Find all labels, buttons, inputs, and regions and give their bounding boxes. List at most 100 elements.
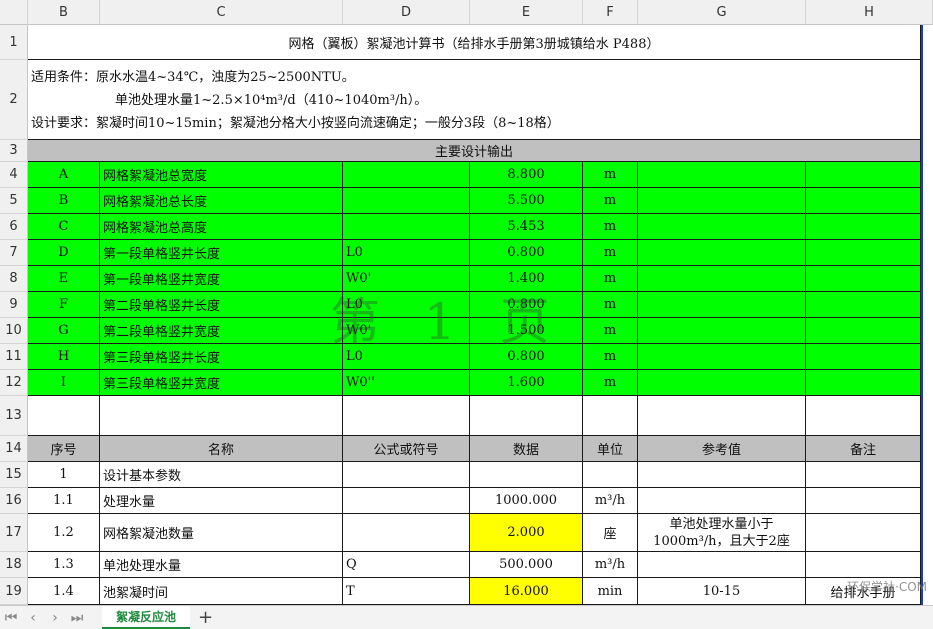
- output-cell-h[interactable]: [806, 188, 921, 214]
- output-cell-h[interactable]: [806, 344, 921, 370]
- output-cell-name[interactable]: 第二段单格竖井长度: [100, 292, 343, 318]
- output-cell-symbol[interactable]: L0: [343, 240, 470, 266]
- row-header-2[interactable]: 2: [0, 60, 28, 140]
- row-header-4[interactable]: 4: [0, 162, 28, 188]
- param-cell-name[interactable]: 网格絮凝池数量: [100, 514, 343, 552]
- row-header-11[interactable]: 11: [0, 344, 28, 370]
- output-cell-id[interactable]: C: [28, 214, 100, 240]
- row-header-17[interactable]: 17: [0, 514, 28, 552]
- param-cell-seq[interactable]: 1.2: [28, 514, 100, 552]
- output-cell-id[interactable]: D: [28, 240, 100, 266]
- output-cell-symbol[interactable]: [343, 162, 470, 188]
- row-header-8[interactable]: 8: [0, 266, 28, 292]
- row-header-18[interactable]: 18: [0, 552, 28, 578]
- param-cell-seq[interactable]: 1.4: [28, 578, 100, 605]
- empty-cell[interactable]: [583, 396, 638, 436]
- row-header-13[interactable]: 13: [0, 396, 28, 436]
- row-header-9[interactable]: 9: [0, 292, 28, 318]
- output-cell-g[interactable]: [638, 266, 806, 292]
- output-cell-name[interactable]: 网格絮凝池总宽度: [100, 162, 343, 188]
- output-cell-id[interactable]: H: [28, 344, 100, 370]
- output-cell-name[interactable]: 第一段单格竖井宽度: [100, 266, 343, 292]
- output-cell-g[interactable]: [638, 292, 806, 318]
- output-cell-value[interactable]: 1.500: [470, 318, 583, 344]
- output-cell-g[interactable]: [638, 162, 806, 188]
- column-header-h[interactable]: H: [806, 0, 933, 25]
- header-seq[interactable]: 序号: [28, 436, 100, 462]
- column-header-d[interactable]: D: [343, 0, 470, 25]
- param-cell-note[interactable]: [806, 552, 921, 578]
- output-cell-h[interactable]: [806, 240, 921, 266]
- select-all-corner[interactable]: [0, 0, 28, 25]
- row-header-19[interactable]: 19: [0, 578, 28, 605]
- output-cell-symbol[interactable]: W0': [343, 318, 470, 344]
- output-cell-id[interactable]: A: [28, 162, 100, 188]
- param-cell-ref[interactable]: 10-15: [638, 578, 806, 605]
- column-header-c[interactable]: C: [100, 0, 343, 25]
- output-cell-g[interactable]: [638, 214, 806, 240]
- param-cell-formula[interactable]: T: [343, 578, 470, 605]
- param-cell-unit[interactable]: 座: [583, 514, 638, 552]
- next-sheet-icon[interactable]: ›: [44, 610, 66, 626]
- output-cell-value[interactable]: 1.600: [470, 370, 583, 396]
- output-cell-symbol[interactable]: [343, 214, 470, 240]
- param-cell-formula[interactable]: [343, 514, 470, 552]
- param-cell-note[interactable]: [806, 514, 921, 552]
- output-cell-unit[interactable]: m: [583, 162, 638, 188]
- param-cell-name[interactable]: 设计基本参数: [100, 462, 343, 488]
- output-cell-symbol[interactable]: L0: [343, 344, 470, 370]
- add-sheet-icon[interactable]: +: [198, 607, 213, 628]
- column-header-f[interactable]: F: [583, 0, 638, 25]
- output-cell-unit[interactable]: m: [583, 370, 638, 396]
- output-cell-g[interactable]: [638, 188, 806, 214]
- param-cell-seq[interactable]: 1.3: [28, 552, 100, 578]
- header-ref[interactable]: 参考值: [638, 436, 806, 462]
- column-header-b[interactable]: B: [28, 0, 100, 25]
- output-cell-unit[interactable]: m: [583, 318, 638, 344]
- param-cell-note[interactable]: [806, 488, 921, 514]
- output-cell-h[interactable]: [806, 292, 921, 318]
- param-cell-data[interactable]: 500.000: [470, 552, 583, 578]
- param-cell-formula[interactable]: Q: [343, 552, 470, 578]
- param-cell-name[interactable]: 单池处理水量: [100, 552, 343, 578]
- param-cell-data[interactable]: 2.000: [470, 514, 583, 552]
- empty-cell[interactable]: [806, 396, 921, 436]
- param-cell-data[interactable]: 1000.000: [470, 488, 583, 514]
- output-section-header[interactable]: 主要设计输出: [28, 140, 921, 162]
- output-cell-h[interactable]: [806, 318, 921, 344]
- param-cell-name[interactable]: 池絮凝时间: [100, 578, 343, 605]
- empty-cell[interactable]: [28, 396, 100, 436]
- param-cell-seq[interactable]: 1.1: [28, 488, 100, 514]
- output-cell-value[interactable]: 8.800: [470, 162, 583, 188]
- output-cell-id[interactable]: G: [28, 318, 100, 344]
- param-cell-unit[interactable]: [583, 462, 638, 488]
- output-cell-symbol[interactable]: [343, 188, 470, 214]
- output-cell-value[interactable]: 1.400: [470, 266, 583, 292]
- header-note[interactable]: 备注: [806, 436, 921, 462]
- output-cell-symbol[interactable]: W0': [343, 266, 470, 292]
- output-cell-value[interactable]: 0.800: [470, 344, 583, 370]
- output-cell-name[interactable]: 第二段单格竖井宽度: [100, 318, 343, 344]
- output-cell-h[interactable]: [806, 370, 921, 396]
- output-cell-h[interactable]: [806, 266, 921, 292]
- row-header-16[interactable]: 16: [0, 488, 28, 514]
- header-unit[interactable]: 单位: [583, 436, 638, 462]
- param-cell-ref[interactable]: [638, 552, 806, 578]
- row-header-10[interactable]: 10: [0, 318, 28, 344]
- row-header-7[interactable]: 7: [0, 240, 28, 266]
- param-cell-ref[interactable]: [638, 462, 806, 488]
- output-cell-name[interactable]: 网格絮凝池总长度: [100, 188, 343, 214]
- param-cell-name[interactable]: 处理水量: [100, 488, 343, 514]
- output-cell-name[interactable]: 第三段单格竖井长度: [100, 344, 343, 370]
- column-header-e[interactable]: E: [470, 0, 583, 25]
- output-cell-symbol[interactable]: W0'': [343, 370, 470, 396]
- output-cell-g[interactable]: [638, 318, 806, 344]
- output-cell-value[interactable]: 0.800: [470, 240, 583, 266]
- output-cell-id[interactable]: E: [28, 266, 100, 292]
- sheet-tab-flocculation[interactable]: 絮凝反应池: [102, 606, 191, 629]
- row-header-6[interactable]: 6: [0, 214, 28, 240]
- output-cell-name[interactable]: 网格絮凝池总高度: [100, 214, 343, 240]
- output-cell-value[interactable]: 5.453: [470, 214, 583, 240]
- output-cell-unit[interactable]: m: [583, 240, 638, 266]
- column-header-g[interactable]: G: [638, 0, 806, 25]
